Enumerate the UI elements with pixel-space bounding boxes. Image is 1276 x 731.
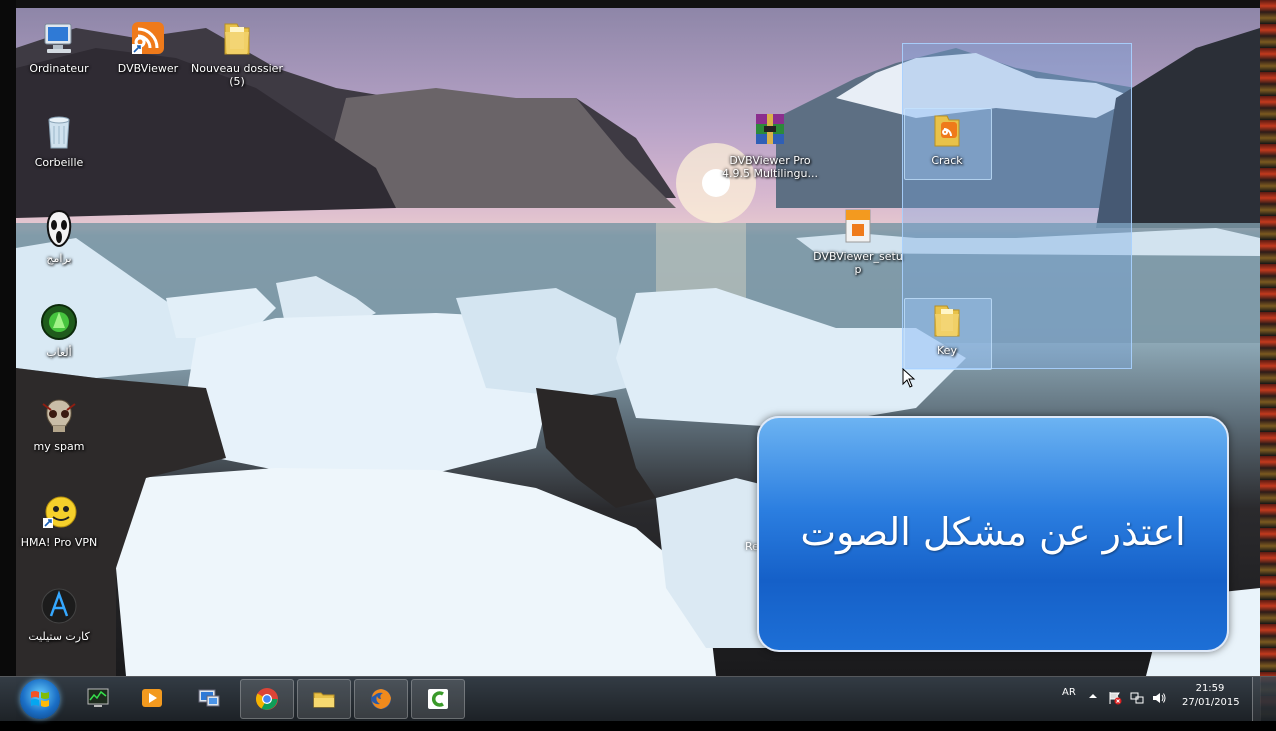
desktop-icon-corbeille[interactable]: Corbeille: [11, 112, 107, 169]
desktop-icon-dvbviewer-pro-archive[interactable]: DVBViewer Pro 4.9.5 Multilingu...: [722, 110, 818, 180]
desktop-icon-label: DVBViewer_setup: [813, 250, 903, 276]
desktop-icon-satellite-card[interactable]: كارت ستيليت: [11, 586, 107, 643]
desktop-icon-dvbviewer[interactable]: DVBViewer: [100, 18, 196, 75]
screen-top-border: [0, 0, 1276, 8]
hma-vpn-icon: [43, 496, 77, 528]
volume-icon[interactable]: [1152, 691, 1166, 705]
clock-time: 21:59: [1195, 683, 1225, 694]
mouse-cursor-icon: [902, 368, 916, 388]
windows-logo-icon: [31, 691, 49, 707]
desktop-icon-hma-vpn[interactable]: HMA! Pro VPN: [11, 492, 107, 549]
banner-text: اعتذر عن مشكل الصوت: [800, 510, 1186, 554]
desktop-icon-dvbviewer-setup[interactable]: DVBViewer_setup: [810, 206, 906, 276]
desktop-icon-label: DVBViewer Pro 4.9.5 Multilingu...: [722, 154, 818, 180]
desktop-icon-label: Ordinateur: [29, 62, 89, 75]
taskbar-camtasia[interactable]: [411, 679, 465, 719]
recycle-bin-icon: [48, 116, 70, 149]
desktop-icon-label: ألعاب: [46, 346, 72, 359]
dvbviewer-shortcut-icon: [132, 22, 164, 54]
desktop-icon-games[interactable]: ألعاب: [11, 302, 107, 359]
taskbar-task-manager[interactable]: [72, 679, 124, 717]
firefox-icon: [371, 689, 391, 709]
skull-icon: [42, 399, 76, 432]
game-orb-icon: [41, 304, 77, 340]
desktop-icon-ordinateur[interactable]: Ordinateur: [11, 18, 107, 75]
taskbar-media-player[interactable]: [126, 679, 178, 717]
desktop-icon-programs[interactable]: برامج: [11, 208, 107, 265]
action-center-flag-icon[interactable]: [1108, 691, 1122, 705]
file-explorer-icon: [313, 692, 335, 708]
show-hidden-icons-icon[interactable]: [1088, 691, 1098, 701]
taskbar-chrome[interactable]: [240, 679, 294, 719]
desktop-icon-key[interactable]: Key: [899, 300, 995, 357]
show-desktop-button[interactable]: [1252, 677, 1261, 721]
desktop-icon-label: my spam: [33, 440, 85, 453]
media-player-icon: [142, 689, 162, 707]
satellite-card-icon: [41, 588, 77, 624]
system-clock[interactable]: 21:59 27/01/2015: [1182, 682, 1240, 710]
computer-icon: [44, 23, 72, 53]
taskbar-remote-desktop[interactable]: [183, 679, 235, 717]
input-language-indicator[interactable]: AR: [1062, 687, 1076, 731]
desktop-icon-label: Nouveau dossier (5): [191, 62, 283, 88]
screen-right-border: [1260, 0, 1276, 720]
clock-date: 27/01/2015: [1182, 697, 1240, 708]
camtasia-icon: [428, 689, 448, 709]
desktop-icon-label: Key: [937, 344, 957, 357]
desktop-icon-label: Corbeille: [34, 156, 84, 169]
desktop-icon-label: Crack: [931, 154, 963, 167]
desktop-icon-label: HMA! Pro VPN: [20, 536, 98, 549]
desktop-icon-crack[interactable]: Crack: [899, 110, 995, 167]
desktop-icon-nouveau-dossier[interactable]: Nouveau dossier (5): [189, 18, 285, 88]
key-folder-icon: [934, 305, 960, 337]
network-icon[interactable]: [1130, 691, 1144, 705]
taskbar: AR 21:59 27/01/2015: [0, 676, 1276, 721]
crack-folder-icon: [934, 115, 960, 147]
start-button[interactable]: [20, 679, 60, 719]
desktop-icon-label: كارت ستيليت: [28, 630, 90, 643]
ghost-mask-icon: [46, 209, 72, 248]
folder-icon: [224, 23, 250, 55]
apology-banner: اعتذر عن مشكل الصوت: [757, 416, 1229, 652]
desktop-icon-my-spam[interactable]: my spam: [11, 396, 107, 453]
remote-desktop-icon: [198, 689, 220, 707]
taskbar-file-explorer[interactable]: [297, 679, 351, 719]
setup-installer-icon: [845, 209, 871, 243]
desktop-icon-label: برامج: [46, 252, 72, 265]
taskbar-firefox[interactable]: [354, 679, 408, 719]
chrome-icon: [256, 688, 278, 710]
winrar-archive-icon: [756, 114, 784, 144]
desktop-icon-label: DVBViewer: [117, 62, 179, 75]
task-manager-icon: [87, 688, 109, 707]
